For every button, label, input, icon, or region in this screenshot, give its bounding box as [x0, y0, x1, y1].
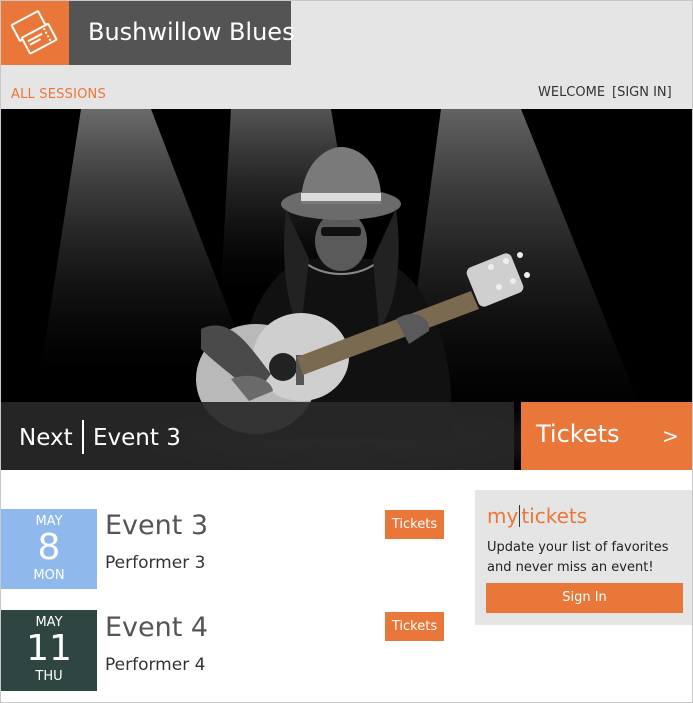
- hero-tickets-button[interactable]: Tickets >: [521, 402, 692, 470]
- hero-banner: Next Event 3 Tickets >: [1, 109, 692, 470]
- hero-tickets-label: Tickets: [536, 420, 620, 448]
- next-event-band: [1, 402, 514, 470]
- event-date-badge: MAY 8 MON: [1, 509, 97, 589]
- next-label: Next: [19, 425, 73, 451]
- event-weekday: MON: [33, 568, 65, 583]
- event-tickets-button[interactable]: Tickets: [385, 510, 444, 539]
- next-event-name[interactable]: Event 3: [93, 425, 181, 451]
- app-frame: Bushwillow Blues ALL SESSIONS WELCOME [S…: [0, 0, 693, 703]
- next-divider: [82, 420, 84, 454]
- event-day: 11: [26, 628, 72, 669]
- welcome-text: WELCOME: [538, 85, 606, 100]
- header: Bushwillow Blues ALL SESSIONS WELCOME [S…: [1, 1, 692, 109]
- chevron-right-icon: >: [662, 424, 679, 448]
- mytickets-logo-suffix: tickets: [521, 504, 588, 528]
- logo[interactable]: [1, 1, 69, 65]
- mytickets-description: Update your list of favorites and never …: [487, 540, 669, 575]
- mytickets-panel: my tickets Update your list of favorites …: [475, 490, 692, 625]
- mytickets-logo-prefix: my: [487, 504, 519, 528]
- event-weekday: THU: [35, 669, 63, 684]
- sign-in-button[interactable]: Sign In: [486, 583, 683, 613]
- event-title[interactable]: Event 3: [105, 510, 208, 541]
- sign-in-link[interactable]: [SIGN IN]: [612, 85, 672, 100]
- event-day: 8: [37, 527, 61, 568]
- event-performer: Performer 3: [105, 553, 206, 573]
- ticket-icon: [10, 10, 58, 55]
- event-tickets-button[interactable]: Tickets: [385, 612, 444, 641]
- app-title: Bushwillow Blues: [69, 1, 295, 65]
- event-title[interactable]: Event 4: [105, 612, 208, 643]
- all-sessions-link[interactable]: ALL SESSIONS: [11, 87, 106, 102]
- event-date-badge: MAY 11 THU: [1, 610, 97, 691]
- mytickets-logo: my tickets: [487, 504, 587, 528]
- event-performer: Performer 4: [105, 655, 206, 675]
